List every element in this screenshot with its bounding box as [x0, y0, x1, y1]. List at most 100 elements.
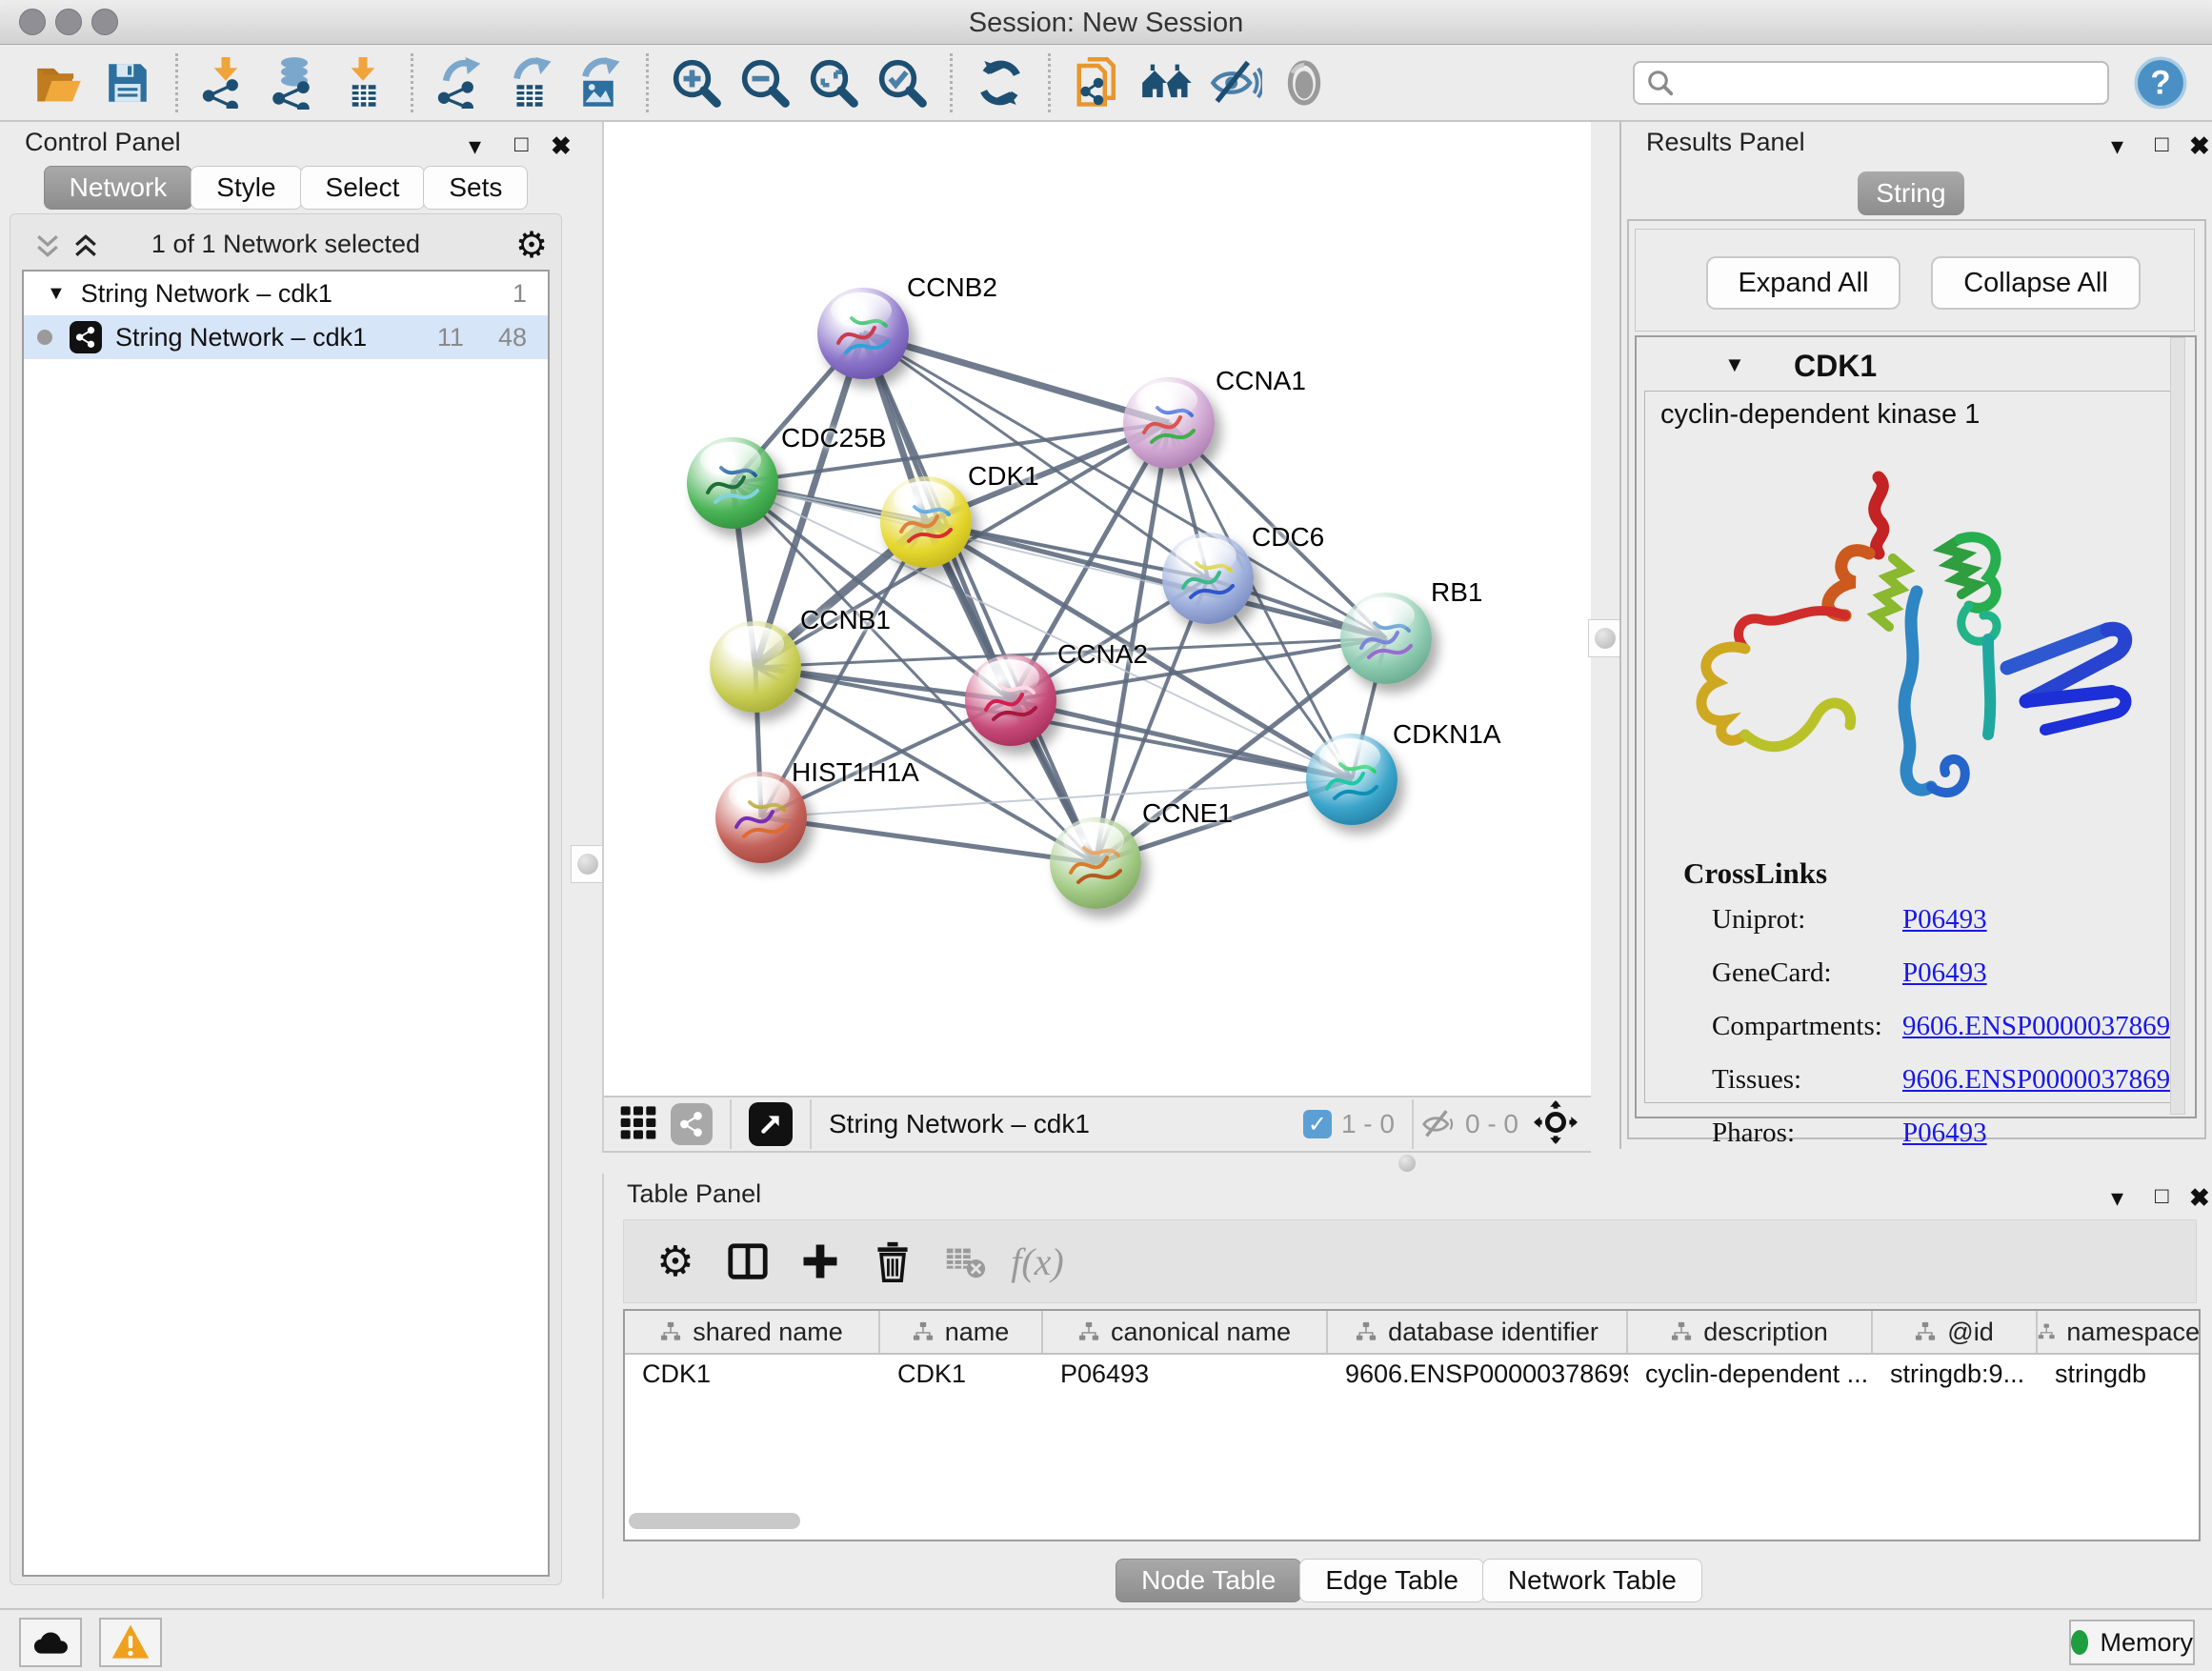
node-cdkn1a[interactable]: [1306, 734, 1398, 825]
tab-style[interactable]: Style: [191, 166, 301, 210]
tab-edge-table[interactable]: Edge Table: [1299, 1559, 1484, 1602]
selected-checkbox[interactable]: ✓: [1303, 1110, 1332, 1138]
node-label-cdk1: CDK1: [968, 461, 1039, 492]
table-row[interactable]: CDK1CDK1P064939606.ENSP00000378699cyclin…: [625, 1355, 2199, 1395]
node-label-rb1: RB1: [1431, 577, 1482, 608]
export-image-button[interactable]: [572, 56, 625, 110]
grid-mode-button[interactable]: [619, 1103, 657, 1146]
network-canvas[interactable]: CCNB2CCNA1CDC25BCDK1CDC6RB1CCNB1CCNA2CDK…: [602, 122, 1591, 1096]
tab-string[interactable]: String: [1858, 171, 1964, 215]
show-all-button[interactable]: [1277, 56, 1331, 110]
zoom-fit-button[interactable]: [807, 56, 860, 110]
show-columns-button[interactable]: [719, 1235, 776, 1288]
table-cell[interactable]: stringdb: [2038, 1355, 2201, 1395]
search-input[interactable]: [1684, 67, 2096, 98]
export-network-button[interactable]: [434, 56, 488, 110]
hide-selected-button[interactable]: [1209, 56, 1262, 110]
collapse-arrow-icon[interactable]: ▼: [47, 283, 66, 305]
collapse-all-button[interactable]: Collapse All: [1931, 256, 2141, 310]
table-cell[interactable]: cyclin-dependent ...: [1628, 1355, 1873, 1395]
close-panel-icon[interactable]: ✖: [551, 131, 572, 161]
table-cell[interactable]: 9606.ENSP00000378699: [1328, 1355, 1628, 1395]
results-scrollbar[interactable]: [2170, 337, 2185, 1115]
pan-mode-button[interactable]: [1534, 1100, 1578, 1149]
crosslink-link[interactable]: P06493: [1902, 1117, 1987, 1148]
warning-status-button[interactable]: [99, 1618, 162, 1667]
expand-all-button[interactable]: Expand All: [1706, 256, 1900, 310]
node-cdc25b[interactable]: [687, 437, 778, 529]
node-cdk1[interactable]: [880, 476, 972, 568]
cloud-status-button[interactable]: [19, 1618, 82, 1667]
import-network-file-button[interactable]: [199, 56, 252, 110]
collapse-arrow-icon[interactable]: ▼: [1724, 352, 1745, 377]
search-field[interactable]: [1633, 61, 2109, 105]
horizontal-splitter-handle[interactable]: [1398, 1155, 1416, 1172]
string-view-button[interactable]: [671, 1103, 713, 1145]
refresh-button[interactable]: [974, 56, 1027, 110]
column-header-canonicalname[interactable]: canonical name: [1043, 1311, 1328, 1353]
network-view-toolbar: String Network – cdk1 ✓ 1 - 0 0 - 0: [602, 1096, 1591, 1153]
tab-network[interactable]: Network: [44, 166, 193, 210]
first-neighbors-button[interactable]: [1140, 56, 1194, 110]
close-panel-icon[interactable]: ✖: [2189, 131, 2210, 161]
open-session-button[interactable]: [32, 56, 86, 110]
zoom-in-button[interactable]: [670, 56, 723, 110]
tab-select[interactable]: Select: [300, 166, 426, 210]
float-panel-icon[interactable]: ▾: [2111, 1183, 2123, 1213]
delete-column-button[interactable]: [864, 1235, 921, 1288]
memory-button[interactable]: Memory: [2069, 1620, 2195, 1665]
import-network-database-button[interactable]: [268, 56, 321, 110]
birdseye-button[interactable]: [749, 1102, 793, 1146]
maximize-panel-icon[interactable]: □: [2155, 1183, 2169, 1210]
node-ccnb2[interactable]: [817, 288, 909, 379]
node-ccna1[interactable]: [1123, 377, 1215, 469]
network-row[interactable]: String Network – cdk1 11 48: [24, 315, 548, 359]
save-session-button[interactable]: [101, 56, 154, 110]
column-header-description[interactable]: description: [1628, 1311, 1873, 1353]
help-button[interactable]: ?: [2134, 56, 2187, 110]
right-splitter-handle[interactable]: [1588, 619, 1622, 657]
column-header-databaseidentifier[interactable]: database identifier: [1328, 1311, 1628, 1353]
node-rb1[interactable]: [1340, 593, 1432, 684]
left-splitter-handle[interactable]: [571, 845, 605, 883]
maximize-panel-icon[interactable]: □: [514, 131, 529, 158]
crosslink-link[interactable]: P06493: [1902, 957, 1987, 988]
tab-node-table[interactable]: Node Table: [1116, 1559, 1301, 1602]
crosslink-link[interactable]: P06493: [1902, 904, 1987, 935]
maximize-panel-icon[interactable]: □: [2155, 131, 2169, 158]
table-cell[interactable]: P06493: [1043, 1355, 1328, 1395]
network-snapshot-button[interactable]: [1072, 56, 1125, 110]
gear-icon[interactable]: ⚙: [647, 1235, 704, 1288]
gear-icon[interactable]: ⚙: [515, 224, 548, 267]
protein-section-header[interactable]: ▼ CDK1: [1637, 343, 2195, 387]
column-header-id[interactable]: @id: [1873, 1311, 2038, 1353]
close-panel-icon[interactable]: ✖: [2189, 1183, 2210, 1213]
zoom-out-button[interactable]: [738, 56, 792, 110]
table-hscrollbar-thumb[interactable]: [629, 1513, 800, 1529]
table-cell[interactable]: CDK1: [625, 1355, 880, 1395]
import-table-file-button[interactable]: [336, 56, 390, 110]
column-header-namespace[interactable]: namespace: [2038, 1311, 2201, 1353]
node-cdc6[interactable]: [1162, 533, 1254, 624]
network-collection-row[interactable]: ▼ String Network – cdk1 1: [24, 272, 548, 315]
toolbar-separator: [646, 53, 649, 112]
hidden-eye-icon: [1421, 1107, 1456, 1141]
table-cell[interactable]: CDK1: [880, 1355, 1043, 1395]
node-table: shared namenamecanonical namedatabase id…: [623, 1309, 2201, 1541]
zoom-selected-button[interactable]: [875, 56, 929, 110]
node-gloss: [723, 626, 784, 662]
table-cell[interactable]: stringdb:9...: [1873, 1355, 2038, 1395]
crosslink-link[interactable]: 9606.ENSP00000378699: [1902, 1011, 2184, 1041]
tab-network-table[interactable]: Network Table: [1482, 1559, 1702, 1602]
node-ccna2[interactable]: [965, 654, 1056, 746]
node-ccne1[interactable]: [1050, 817, 1141, 909]
export-table-button[interactable]: [503, 56, 556, 110]
float-panel-icon[interactable]: ▾: [469, 131, 481, 161]
node-ccnb1[interactable]: [710, 621, 801, 713]
float-panel-icon[interactable]: ▾: [2111, 131, 2123, 161]
add-column-button[interactable]: [792, 1235, 849, 1288]
crosslink-link[interactable]: 9606.ENSP00000378699: [1902, 1064, 2184, 1095]
tab-sets[interactable]: Sets: [423, 166, 528, 210]
column-header-name[interactable]: name: [880, 1311, 1043, 1353]
column-header-sharedname[interactable]: shared name: [625, 1311, 880, 1353]
